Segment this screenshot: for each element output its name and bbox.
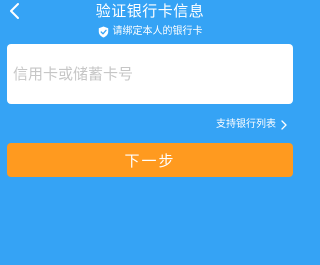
- next-step-label: 下一步: [124, 151, 176, 170]
- card-number-input[interactable]: [13, 59, 283, 89]
- bind-hint: 请绑定本人的银行卡: [0, 25, 300, 39]
- chevron-right-icon: [281, 120, 287, 130]
- supported-banks-label: 支持银行列表: [216, 119, 276, 130]
- nav-bar: 验证银行卡信息: [0, 0, 300, 24]
- next-step-button[interactable]: 下一步: [7, 143, 293, 177]
- card-input-panel: [7, 44, 293, 104]
- shield-check-icon: [98, 26, 108, 38]
- supported-banks-link[interactable]: 支持银行列表: [216, 118, 288, 132]
- hint-text: 请绑定本人的银行卡: [112, 26, 203, 37]
- page-title: 验证银行卡信息: [95, 2, 205, 20]
